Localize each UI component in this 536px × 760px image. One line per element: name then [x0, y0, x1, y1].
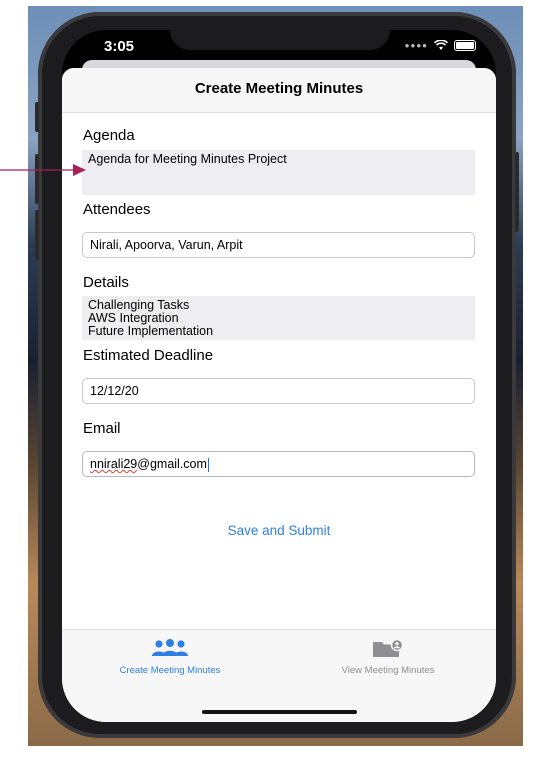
page-title: Create Meeting Minutes — [194, 80, 364, 97]
wifi-icon — [434, 40, 448, 50]
details-line: Future Implementation — [88, 324, 214, 338]
home-indicator — [202, 710, 357, 714]
tab-label: Create Meeting Minutes — [119, 665, 221, 676]
battery-icon — [454, 40, 476, 51]
notch — [170, 30, 390, 50]
status-time: 3:05 — [104, 38, 135, 55]
deadline-value: 12/12/20 — [90, 384, 139, 398]
phone-screen: 3:05 ●●●● Create Meeting Minutes Agenda … — [62, 30, 496, 722]
tab-label: View Meeting Minutes — [341, 665, 435, 676]
save-and-submit-button[interactable]: Save and Submit — [62, 523, 496, 538]
tab-view-meeting-minutes[interactable]: View Meeting Minutes — [308, 638, 468, 676]
signal-icon: ●●●● — [404, 41, 428, 50]
attendees-field[interactable]: Nirali, Apoorva, Varun, Arpit — [82, 232, 475, 258]
tab-create-meeting-minutes[interactable]: Create Meeting Minutes — [90, 638, 250, 676]
agenda-text-area[interactable]: Agenda for Meeting Minutes Project — [82, 150, 475, 195]
details-label: Details — [83, 274, 129, 291]
text-cursor — [207, 457, 210, 472]
create-minutes-sheet: Create Meeting Minutes Agenda Agenda for… — [62, 68, 496, 722]
status-icons: ●●●● — [405, 40, 476, 51]
email-value-misspelled: nnirali29 — [90, 457, 138, 471]
navigation-bar: Create Meeting Minutes — [62, 68, 496, 113]
email-field[interactable]: nnirali29@gmail.com — [82, 451, 475, 477]
agenda-value: Agenda for Meeting Minutes Project — [88, 152, 287, 166]
attendees-value: Nirali, Apoorva, Varun, Arpit — [90, 238, 243, 252]
deadline-label: Estimated Deadline — [83, 347, 214, 364]
tab-bar: Create Meeting Minutes View Meeting Minu… — [62, 629, 496, 722]
attendees-label: Attendees — [83, 201, 151, 218]
volume-up-button — [35, 102, 39, 132]
email-label: Email — [83, 420, 121, 437]
folder-person-icon — [308, 638, 468, 660]
annotation-arrow — [0, 164, 86, 176]
email-value-domain: @gmail.com — [137, 457, 207, 471]
deadline-field[interactable]: 12/12/20 — [82, 378, 475, 404]
mute-switch — [35, 210, 39, 260]
power-button — [515, 152, 519, 232]
agenda-label: Agenda — [83, 127, 135, 144]
people-group-icon — [90, 638, 250, 660]
details-text-area[interactable]: Challenging Tasks AWS Integration Future… — [82, 296, 475, 340]
